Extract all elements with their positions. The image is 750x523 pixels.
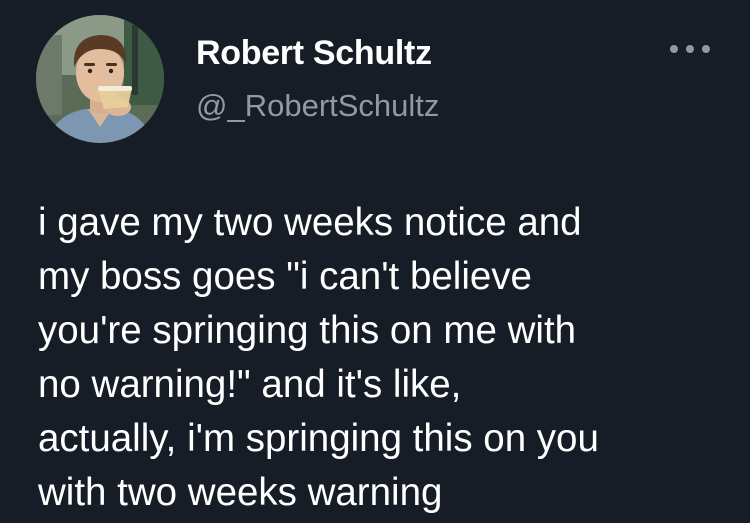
author-handle[interactable]: @_RobertSchultz: [196, 88, 439, 124]
more-dot: [670, 45, 678, 53]
tweet-text-line: i gave my two weeks notice and: [38, 201, 582, 244]
tweet-card: Robert Schultz @_RobertSchultz i gave my…: [0, 0, 750, 523]
avatar[interactable]: [36, 15, 164, 143]
author-display-name[interactable]: Robert Schultz: [196, 34, 432, 73]
tweet-text: i gave my two weeks notice and my boss g…: [38, 196, 738, 520]
more-dot: [702, 45, 710, 53]
avatar-photo: [36, 15, 164, 143]
tweet-text-line: no warning!" and it's like,: [38, 363, 462, 406]
tweet-text-line: you're springing this on me with: [38, 309, 577, 352]
tweet-text-line: actually, i'm springing this on you: [38, 417, 599, 460]
more-dot: [686, 45, 694, 53]
tweet-text-line: with two weeks warning: [38, 471, 443, 514]
more-options-icon[interactable]: [670, 38, 710, 60]
tweet-text-line: my boss goes "i can't believe: [38, 255, 532, 298]
